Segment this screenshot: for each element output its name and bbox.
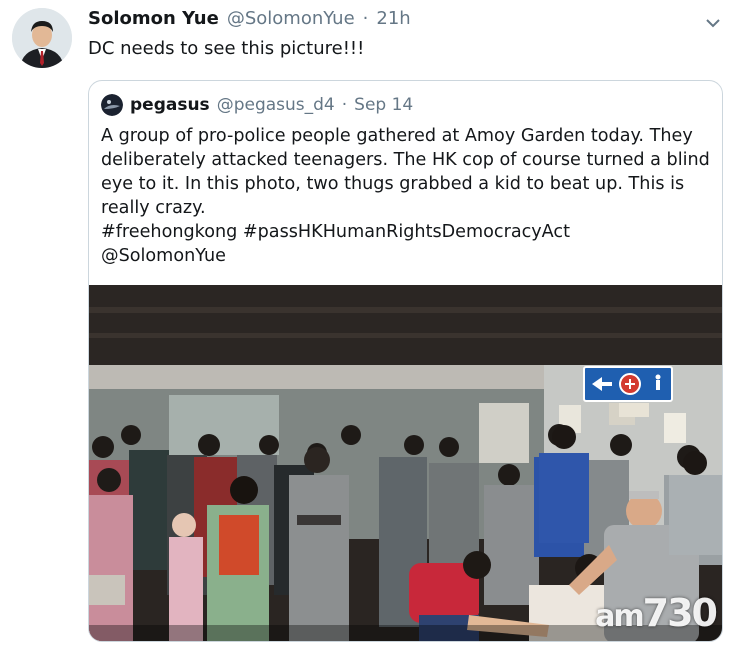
watermark-logo: am730 xyxy=(595,591,718,635)
watermark-prefix: am xyxy=(595,599,644,634)
tweet-menu-button[interactable] xyxy=(702,12,724,34)
quoted-text-line: deliberately attacked teenagers. The HK … xyxy=(101,150,710,170)
quoted-text-line: A group of pro-police people gathered at… xyxy=(101,126,693,146)
watermark-number: 730 xyxy=(642,591,718,635)
quoted-author-display-name[interactable]: pegasus xyxy=(130,95,210,115)
author-avatar[interactable] xyxy=(12,8,72,68)
quoted-tweet-photo[interactable]: am730 xyxy=(89,285,722,641)
tweet-text: DC needs to see this picture!!! xyxy=(88,38,365,59)
author-avatar-icon xyxy=(12,8,72,68)
quoted-text-line: eye to it. In this photo, two thugs grab… xyxy=(101,174,685,194)
quoted-author-avatar[interactable] xyxy=(101,94,123,116)
chevron-down-icon xyxy=(706,18,720,27)
separator-dot: · xyxy=(362,8,369,29)
quoted-tweet-header: pegasus @pegasus_d4 · Sep 14 xyxy=(101,93,413,117)
hashtags-line[interactable]: #freehongkong #passHKHumanRightsDemocrac… xyxy=(101,220,713,244)
quoted-tweet-date[interactable]: Sep 14 xyxy=(354,95,413,115)
tweet-header: Solomon Yue @SolomonYue · 21h xyxy=(88,8,411,34)
tweet-timestamp[interactable]: 21h xyxy=(376,8,410,29)
quoted-tweet-text: A group of pro-police people gathered at… xyxy=(101,124,713,268)
quoted-text-line: really crazy. xyxy=(101,198,206,218)
separator-dot: · xyxy=(341,95,348,115)
photo-icon xyxy=(89,285,722,641)
author-handle[interactable]: @SolomonYue xyxy=(227,8,355,29)
author-display-name[interactable]: Solomon Yue xyxy=(88,8,219,29)
quoted-author-handle[interactable]: @pegasus_d4 xyxy=(217,95,335,115)
quoted-tweet-card[interactable]: pegasus @pegasus_d4 · Sep 14 A group of … xyxy=(88,80,723,642)
mention-line[interactable]: @SolomonYue xyxy=(101,244,713,268)
quoted-avatar-icon xyxy=(101,94,123,116)
